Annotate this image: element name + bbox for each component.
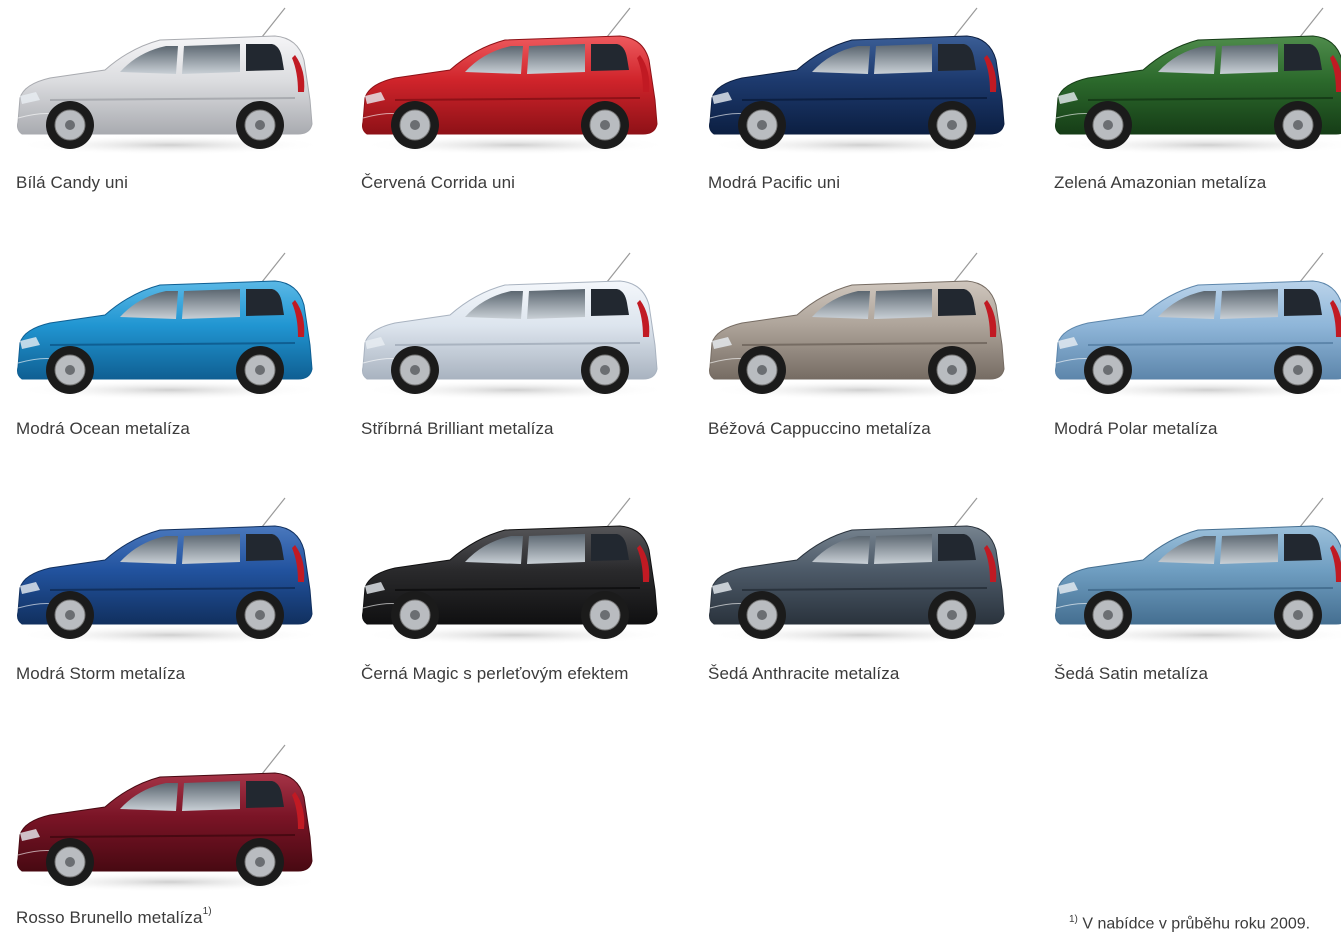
footnote-mark: 1): [1069, 914, 1078, 925]
footnote-text: V nabídce v průběhu roku 2009.: [1082, 915, 1311, 933]
color-name: Béžová Cappuccino metalíza: [708, 419, 931, 438]
color-name: Modrá Polar metalíza: [1054, 419, 1218, 438]
color-label: Modrá Storm metalíza: [16, 664, 185, 684]
color-label: Modrá Polar metalíza: [1054, 419, 1218, 439]
car-image: [707, 497, 1017, 645]
color-name: Červená Corrida uni: [361, 173, 516, 192]
color-option: Modrá Polar metalíza: [1048, 245, 1341, 438]
color-name: Modrá Ocean metalíza: [16, 419, 190, 438]
color-name: Bílá Candy uni: [16, 173, 128, 192]
color-option: Černá Magic s perleťovým efektem: [355, 490, 685, 683]
color-label: Béžová Cappuccino metalíza: [708, 419, 931, 439]
color-option: Modrá Ocean metalíza: [10, 245, 340, 438]
color-label: Šedá Anthracite metalíza: [708, 664, 899, 684]
color-label: Stříbrná Brilliant metalíza: [361, 419, 554, 439]
car-image: [360, 252, 670, 400]
color-name: Šedá Anthracite metalíza: [708, 664, 900, 683]
color-option: Béžová Cappuccino metalíza: [702, 245, 1032, 438]
color-label: Rosso Brunello metalíza1): [16, 906, 212, 928]
car-image: [15, 497, 325, 645]
car-image: [707, 252, 1017, 400]
car-image: [15, 7, 325, 155]
car-image: [707, 7, 1017, 155]
car-image: [360, 7, 670, 155]
color-option: Červená Corrida uni: [355, 0, 685, 192]
color-label: Černá Magic s perleťovým efektem: [361, 664, 629, 684]
color-label: Modrá Pacific uni: [708, 173, 840, 193]
color-name: Zelená Amazonian metalíza: [1054, 173, 1267, 192]
color-label: Červená Corrida uni: [361, 173, 515, 193]
color-option: Bílá Candy uni: [10, 0, 340, 192]
color-name: Modrá Pacific uni: [708, 173, 841, 192]
color-option: Zelená Amazonian metalíza: [1048, 0, 1341, 192]
color-label: Zelená Amazonian metalíza: [1054, 173, 1266, 193]
car-image: [15, 744, 325, 892]
color-label: Šedá Satin metalíza: [1054, 664, 1208, 684]
color-label: Bílá Candy uni: [16, 173, 128, 193]
car-image: [1053, 252, 1341, 400]
footnote-ref: 1): [202, 906, 212, 918]
color-label: Modrá Ocean metalíza: [16, 419, 190, 439]
footnote: 1) V nabídce v průběhu roku 2009.: [1069, 914, 1341, 933]
color-name: Modrá Storm metalíza: [16, 664, 186, 683]
color-name: Stříbrná Brilliant metalíza: [361, 419, 554, 438]
color-name: Šedá Satin metalíza: [1054, 664, 1209, 683]
color-name: Černá Magic s perleťovým efektem: [361, 664, 629, 683]
car-image: [360, 497, 670, 645]
car-image: [1053, 497, 1341, 645]
car-image: [1053, 7, 1341, 155]
color-option: Modrá Storm metalíza: [10, 490, 340, 683]
color-option: Modrá Pacific uni: [702, 0, 1032, 192]
color-option: Stříbrná Brilliant metalíza: [355, 245, 685, 438]
color-name: Rosso Brunello metalíza: [16, 908, 203, 927]
car-image: [15, 252, 325, 400]
color-option: Rosso Brunello metalíza1): [10, 737, 340, 927]
color-option: Šedá Satin metalíza: [1048, 490, 1341, 683]
color-option: Šedá Anthracite metalíza: [702, 490, 1032, 683]
